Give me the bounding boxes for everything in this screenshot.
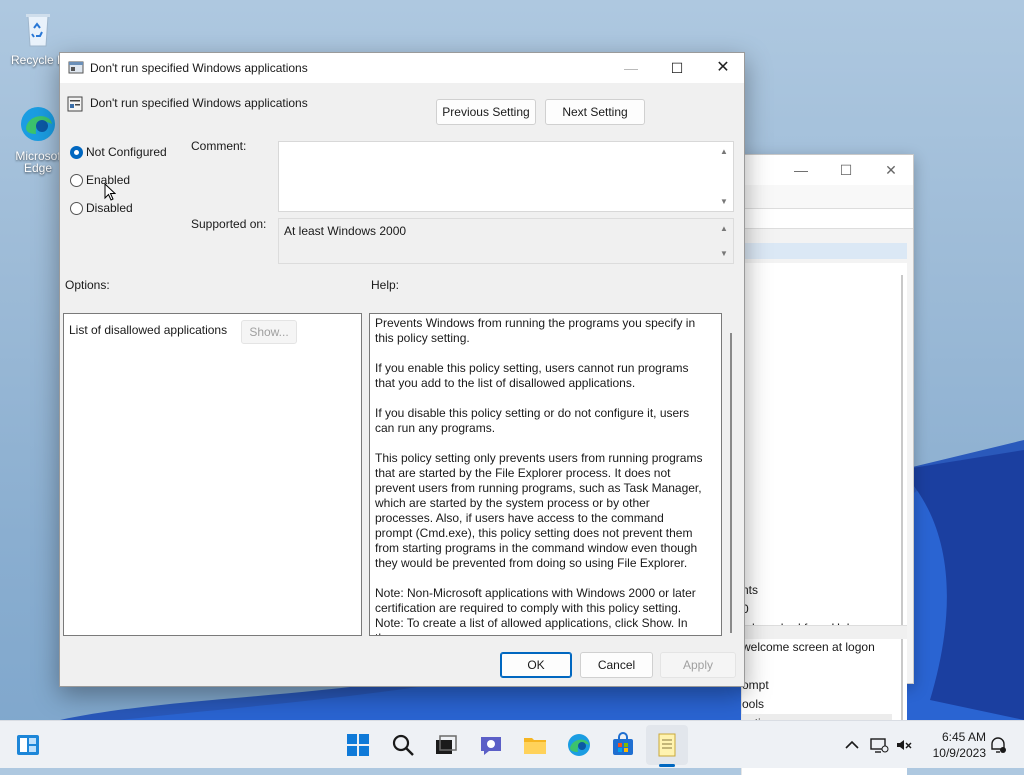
policy-name: Don't run specified Windows applications xyxy=(90,96,308,110)
help-scrollbar[interactable] xyxy=(730,333,732,633)
toolbar xyxy=(741,209,913,229)
column-header xyxy=(741,243,907,259)
close-icon[interactable]: ✕ xyxy=(881,161,901,179)
dialog-titlebar[interactable]: Don't run specified Windows applications… xyxy=(60,53,744,83)
comment-field[interactable]: ▲ ▼ xyxy=(278,141,734,212)
ok-button[interactable]: OK xyxy=(500,652,572,678)
minimize-icon[interactable]: — xyxy=(791,161,811,179)
help-panel: Prevents Windows from running the progra… xyxy=(369,313,722,636)
maximize-icon[interactable]: ☐ xyxy=(836,161,856,179)
network-icon[interactable] xyxy=(869,735,889,755)
scroll-down-icon[interactable]: ▼ xyxy=(719,197,729,207)
radio-button[interactable] xyxy=(70,202,83,215)
chevron-up-icon[interactable] xyxy=(842,735,862,755)
start-icon[interactable] xyxy=(344,731,372,759)
taskbar: 6:45 AM 10/9/2023 xyxy=(0,720,1024,768)
clock[interactable]: 6:45 AM 10/9/2023 xyxy=(933,729,986,761)
notifications-icon[interactable] xyxy=(988,735,1008,755)
list-item[interactable]: 0 xyxy=(742,600,892,619)
microsoft-store-icon[interactable] xyxy=(609,731,637,759)
clock-time: 6:45 AM xyxy=(941,730,986,744)
volume-muted-icon[interactable] xyxy=(894,735,914,755)
previous-setting-button[interactable]: Previous Setting xyxy=(436,99,536,125)
scroll-up-icon[interactable]: ▲ xyxy=(719,147,729,157)
mouse-cursor-icon xyxy=(104,183,116,201)
show-button[interactable]: Show... xyxy=(241,320,297,344)
help-paragraph: This policy setting only prevents users … xyxy=(375,451,703,570)
file-explorer-icon[interactable] xyxy=(521,731,549,759)
help-paragraph: Note: To create a list of allowed applic… xyxy=(375,616,688,635)
help-label: Help: xyxy=(371,278,400,292)
recycle-bin-icon xyxy=(26,14,50,47)
edge-icon xyxy=(21,107,55,141)
chat-icon[interactable] xyxy=(477,731,505,759)
list-item[interactable]: ompt xyxy=(742,676,892,695)
task-view-icon[interactable] xyxy=(432,731,460,759)
policy-dialog: Don't run specified Windows applications… xyxy=(59,52,745,687)
next-setting-button[interactable]: Next Setting xyxy=(545,99,645,125)
list-item[interactable]: nts xyxy=(742,581,892,600)
background-window[interactable]: — ☐ ✕ nts 0 g launched from Help welcome… xyxy=(740,154,914,775)
scroll-down-icon[interactable]: ▼ xyxy=(719,249,729,259)
supported-on-value: At least Windows 2000 xyxy=(284,224,407,238)
search-icon[interactable] xyxy=(389,731,417,759)
notepad-icon[interactable] xyxy=(653,731,681,759)
dialog-title: Don't run specified Windows applications xyxy=(90,61,308,75)
clock-date: 10/9/2023 xyxy=(932,746,986,760)
background-window-titlebar[interactable]: — ☐ ✕ xyxy=(741,155,913,185)
minimize-icon: — xyxy=(624,60,638,76)
supported-on-field: At least Windows 2000 ▲ ▼ xyxy=(278,218,734,264)
help-paragraph: Prevents Windows from running the progra… xyxy=(375,316,696,345)
horizontal-scrollbar[interactable] xyxy=(741,625,907,639)
help-paragraph: If you enable this policy setting, users… xyxy=(375,361,689,390)
close-icon: ✕ xyxy=(716,59,730,76)
vertical-scrollbar[interactable] xyxy=(901,275,903,755)
maximize-button[interactable]: ☐ xyxy=(654,53,700,83)
close-button[interactable]: ✕ xyxy=(700,53,746,83)
edge-icon[interactable] xyxy=(565,731,593,759)
options-label: Options: xyxy=(65,278,110,292)
options-panel: List of disallowed applications Show... xyxy=(63,313,362,636)
radio-button[interactable] xyxy=(70,174,83,187)
notepad-running-bar xyxy=(659,764,675,767)
options-list-label: List of disallowed applications xyxy=(69,323,228,337)
policy-setting-icon xyxy=(67,96,83,112)
radio-button-checked[interactable] xyxy=(70,146,83,159)
apply-button[interactable]: Apply xyxy=(660,652,736,678)
minimize-button[interactable]: — xyxy=(608,53,654,83)
policy-window-icon xyxy=(68,61,84,74)
supported-on-label: Supported on: xyxy=(191,217,267,231)
menu-bar xyxy=(741,185,913,209)
list-item[interactable]: welcome screen at logon xyxy=(742,638,892,657)
cancel-button[interactable]: Cancel xyxy=(580,652,653,678)
scroll-up-icon[interactable]: ▲ xyxy=(719,224,729,234)
comment-label: Comment: xyxy=(191,139,247,153)
help-paragraph: If you disable this policy setting or do… xyxy=(375,406,690,435)
list-item[interactable]: ools xyxy=(742,695,892,714)
maximize-icon: ☐ xyxy=(670,60,684,76)
help-paragraph: Note: Non-Microsoft applications with Wi… xyxy=(375,586,696,615)
help-text: Prevents Windows from running the progra… xyxy=(375,316,703,635)
policy-list: nts 0 g launched from Help welcome scree… xyxy=(741,263,907,775)
widgets-icon[interactable] xyxy=(14,731,42,759)
